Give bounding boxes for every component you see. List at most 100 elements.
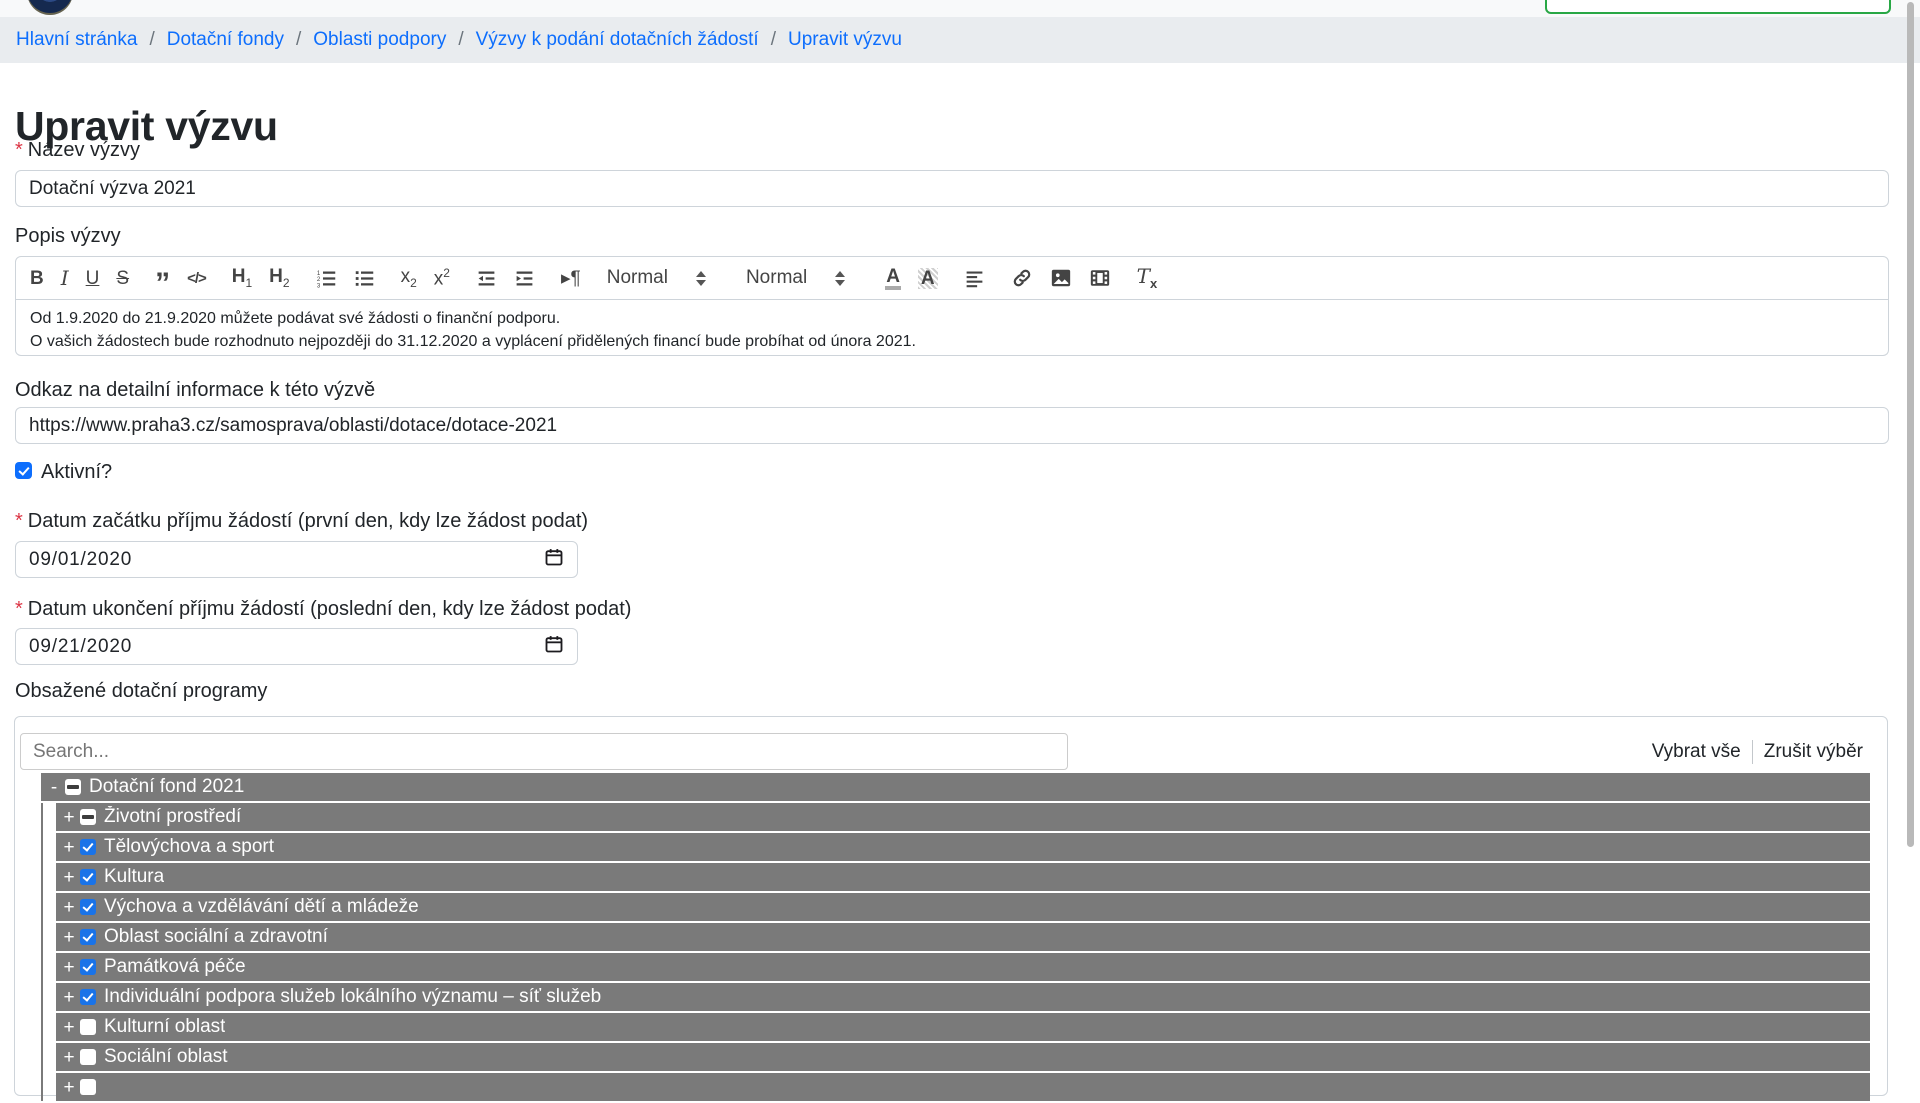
updown-arrows-icon (696, 271, 706, 286)
rich-text-editor: BIUS ” </> H1 H2 123 x2 x2 ▸¶ Normal Normal AA Tx Od… (15, 256, 1889, 356)
header-1-icon[interactable]: H1 (232, 267, 252, 289)
list-bullet-icon[interactable] (354, 268, 375, 289)
tree-checkbox-unchecked[interactable] (80, 1019, 96, 1035)
name-input[interactable] (15, 170, 1889, 207)
tree-node-row[interactable]: + (56, 1073, 1870, 1101)
description-label: Popis výzvy (15, 224, 121, 248)
breadcrumb-link[interactable]: Oblasti podpory (313, 29, 446, 51)
tree-checkbox-unchecked[interactable] (80, 1049, 96, 1065)
background-color-icon[interactable]: A (918, 268, 938, 289)
tree-node-row[interactable]: + Individuální podpora služeb lokálního v… (56, 983, 1870, 1011)
expand-toggle-icon[interactable]: + (62, 1048, 76, 1067)
tree-node-label: Životní prostředí (104, 806, 241, 828)
tree-checkbox-indeterminate[interactable] (80, 809, 96, 825)
expand-toggle-icon[interactable]: + (62, 1078, 76, 1097)
tree-node-label: Individuální podpora služeb lokálního vý… (104, 986, 601, 1008)
date-start-input[interactable]: 09/01/2020 (15, 541, 578, 578)
tree-node-row[interactable]: +Kultura (56, 863, 1870, 891)
tree-checkbox-checked[interactable] (80, 989, 96, 1005)
subscript-icon[interactable]: x2 (401, 267, 417, 289)
toolbar-group: Normal (607, 267, 720, 289)
outdent-icon[interactable] (476, 268, 497, 289)
italic-icon[interactable]: I (61, 268, 69, 288)
calendar-icon[interactable] (544, 634, 564, 660)
indent-icon[interactable] (514, 268, 535, 289)
expand-toggle-icon[interactable]: + (62, 838, 76, 857)
tree-actions: Vybrat vše Zrušit výběr (1652, 733, 1863, 770)
header-select[interactable]: Normal (746, 267, 845, 289)
expand-toggle-icon[interactable]: + (62, 1018, 76, 1037)
code-block-icon[interactable]: </> (187, 271, 206, 286)
calendar-icon[interactable] (544, 547, 564, 573)
breadcrumb: Hlavní stránka/Dotační fondy/Oblasti pod… (0, 17, 1920, 63)
top-action-button[interactable] (1545, 0, 1891, 14)
programs-tree: -Dotační fond 2021 + Životní prostředí +Těl… (41, 773, 1870, 1103)
collapse-toggle-icon[interactable]: - (47, 778, 61, 797)
link-input[interactable] (15, 407, 1889, 444)
date-end-input[interactable]: 09/21/2020 (15, 628, 578, 665)
active-label: Aktivní? (41, 460, 112, 484)
expand-toggle-icon[interactable]: + (62, 868, 76, 887)
clean-format-icon[interactable]: Tx (1137, 266, 1158, 290)
expand-toggle-icon[interactable]: + (62, 808, 76, 827)
tree-checkbox-checked[interactable] (80, 869, 96, 885)
size-select[interactable]: Normal (607, 267, 706, 289)
toolbar-group: x2 x2 (401, 267, 450, 289)
editor-toolbar: BIUS ” </> H1 H2 123 x2 x2 ▸¶ Normal Normal AA Tx (15, 256, 1889, 300)
tree-checkbox-checked[interactable] (80, 839, 96, 855)
tree-node-row[interactable]: + Životní prostředí (56, 803, 1870, 831)
active-checkbox[interactable] (15, 462, 32, 479)
tree-checkbox-checked[interactable] (80, 959, 96, 975)
tree-checkbox-checked[interactable] (80, 929, 96, 945)
deselect-all-link[interactable]: Zrušit výběr (1764, 741, 1863, 763)
tree-node-row[interactable]: -Dotační fond 2021 (41, 773, 1870, 801)
tree-search-input[interactable] (20, 733, 1068, 770)
page-scrollbar-thumb[interactable] (1907, 2, 1914, 847)
tree-checkbox-checked[interactable] (80, 899, 96, 915)
superscript-icon[interactable]: x2 (434, 267, 450, 288)
tree-node-label: Oblast sociální a zdravotní (104, 926, 328, 948)
tree-node-row[interactable]: + Kulturní oblast (56, 1013, 1870, 1041)
expand-toggle-icon[interactable]: + (62, 898, 76, 917)
programs-tree-widget: Vybrat vše Zrušit výběr -Dotační fond 20… (14, 716, 1888, 1096)
tree-node-row[interactable]: + Památková péče (56, 953, 1870, 981)
align-icon[interactable] (964, 268, 985, 289)
expand-toggle-icon[interactable]: + (62, 958, 76, 977)
select-all-link[interactable]: Vybrat vše (1652, 741, 1741, 763)
programs-label: Obsažené dotační programy (15, 679, 267, 703)
toolbar-group: AA (885, 267, 937, 290)
tree-node-row[interactable]: +Sociální oblast (56, 1043, 1870, 1071)
strike-icon[interactable]: S (116, 269, 129, 288)
breadcrumb-link[interactable]: Upravit výzvu (788, 29, 902, 51)
text-color-icon[interactable]: A (885, 267, 901, 290)
direction-icon[interactable]: ▸¶ (561, 269, 581, 288)
link-icon[interactable] (1011, 267, 1033, 289)
expand-toggle-icon[interactable]: + (62, 988, 76, 1007)
tree-checkbox-indeterminate[interactable] (65, 779, 81, 795)
site-logo[interactable] (27, 0, 73, 15)
required-asterisk: * (15, 139, 23, 161)
toolbar-group: 123 (316, 268, 375, 289)
editor-content[interactable]: Od 1.9.2020 do 21.9.2020 můžete podávat … (15, 300, 1889, 356)
toolbar-group: H1 H2 (232, 267, 290, 289)
bold-icon[interactable]: B (30, 269, 44, 288)
toolbar-group (964, 268, 985, 289)
tree-node-label: Památková péče (104, 956, 246, 978)
breadcrumb-link[interactable]: Výzvy k podání dotačních žádostí (476, 29, 759, 51)
editor-paragraph: Od 1.9.2020 do 21.9.2020 můžete podávat … (30, 307, 1874, 330)
video-icon[interactable] (1089, 267, 1111, 289)
tree-checkbox-unchecked[interactable] (80, 1079, 96, 1095)
tree-node-row[interactable]: +Výchova a vzdělávání dětí a mládeže (56, 893, 1870, 921)
image-icon[interactable] (1050, 267, 1072, 289)
tree-node-label: Kulturní oblast (104, 1016, 225, 1038)
expand-toggle-icon[interactable]: + (62, 928, 76, 947)
tree-node-row[interactable]: + Oblast sociální a zdravotní (56, 923, 1870, 951)
header-2-icon[interactable]: H2 (269, 267, 289, 289)
tree-node-row[interactable]: +Tělovýchova a sport (56, 833, 1870, 861)
blockquote-icon[interactable]: ” (155, 273, 170, 283)
list-ordered-icon[interactable]: 123 (316, 268, 337, 289)
toolbar-group (1011, 267, 1111, 289)
underline-icon[interactable]: U (86, 269, 100, 288)
breadcrumb-link[interactable]: Dotační fondy (167, 29, 284, 51)
breadcrumb-link[interactable]: Hlavní stránka (16, 29, 137, 51)
